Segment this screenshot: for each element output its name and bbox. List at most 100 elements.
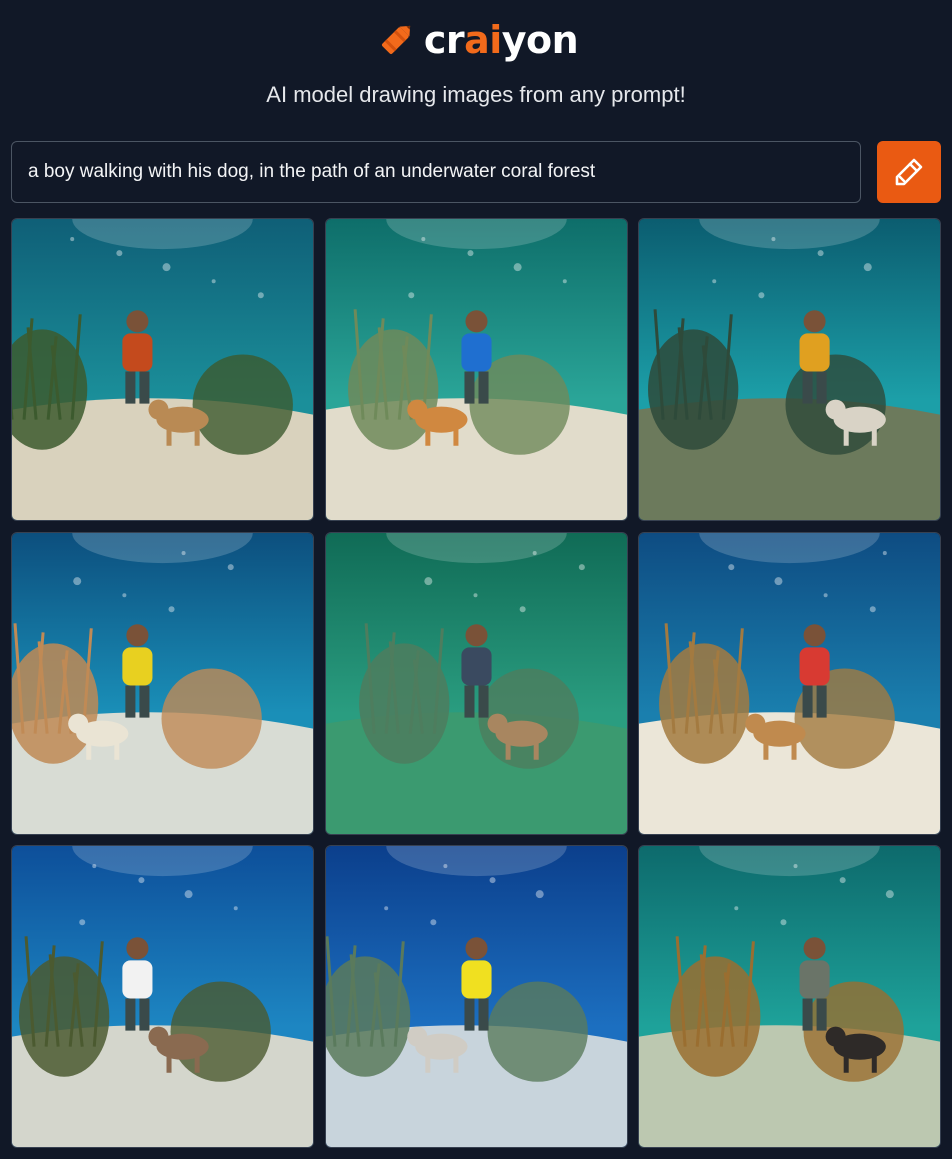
- brand-header: craiyon: [0, 14, 952, 66]
- dog-leg: [452, 427, 458, 446]
- boy-leg: [802, 998, 813, 1031]
- pencil-icon: [895, 158, 923, 186]
- bubble: [839, 877, 846, 884]
- bubble: [429, 919, 436, 926]
- dog-leg: [533, 741, 539, 760]
- boy-shirt: [799, 960, 830, 999]
- underwater-scene-image: [12, 846, 313, 1147]
- bubble: [70, 237, 75, 242]
- dog-head: [148, 399, 169, 420]
- dog-head: [406, 1026, 427, 1047]
- brand-logo[interactable]: craiyon: [424, 18, 579, 62]
- bubble: [257, 292, 264, 299]
- dog-head: [406, 399, 427, 420]
- boy-leg: [802, 371, 813, 404]
- boy-leg: [139, 685, 150, 718]
- dog-leg: [843, 427, 849, 446]
- dog-leg: [194, 1054, 200, 1073]
- bubble: [168, 605, 175, 612]
- dog-head: [745, 713, 766, 734]
- bubble: [442, 864, 447, 869]
- dog-leg: [424, 427, 430, 446]
- bubble: [793, 864, 798, 869]
- bubble: [472, 592, 478, 597]
- bubble: [227, 563, 234, 570]
- bubble: [420, 237, 425, 242]
- bubble: [535, 890, 544, 899]
- boy-shirt: [799, 333, 830, 372]
- bubble: [73, 576, 82, 585]
- boy-leg: [816, 998, 827, 1031]
- result-image-2[interactable]: [324, 218, 628, 521]
- dog-leg: [424, 1054, 430, 1073]
- underwater-scene-image: [325, 532, 627, 834]
- bubble: [869, 605, 876, 612]
- bubble: [423, 576, 432, 585]
- bubble: [233, 906, 238, 911]
- logo-part-3: yon: [501, 18, 579, 62]
- dog-leg: [763, 741, 769, 760]
- dog-leg: [114, 741, 120, 760]
- result-image-5[interactable]: [324, 531, 628, 835]
- result-image-3[interactable]: [638, 218, 941, 521]
- bubble: [407, 292, 414, 299]
- bubble: [882, 550, 887, 555]
- result-image-9[interactable]: [638, 845, 941, 1148]
- underwater-scene-image: [12, 532, 313, 834]
- bubble: [817, 250, 824, 257]
- bubble: [734, 906, 739, 911]
- bubble: [466, 250, 473, 257]
- dog-leg: [86, 741, 92, 760]
- boy-shirt: [799, 646, 830, 686]
- bubble: [489, 877, 496, 884]
- underwater-scene-image: [325, 846, 627, 1147]
- bubble: [513, 263, 522, 272]
- dog-leg: [791, 741, 797, 760]
- result-image-4[interactable]: [11, 531, 314, 835]
- dog-head: [825, 399, 846, 420]
- underwater-scene-image: [639, 532, 940, 834]
- coral-right: [161, 667, 262, 769]
- bubble: [774, 576, 783, 585]
- boy-leg: [125, 371, 136, 404]
- logo-part-2: ai: [464, 18, 502, 62]
- boy-leg: [478, 371, 489, 404]
- boy-head: [464, 623, 488, 646]
- bubble: [116, 250, 123, 257]
- coral-right: [170, 981, 271, 1082]
- bubble: [532, 550, 537, 555]
- prompt-field[interactable]: [11, 141, 861, 203]
- dog-leg: [871, 427, 877, 446]
- result-image-6[interactable]: [638, 531, 941, 835]
- coral-right: [487, 981, 588, 1082]
- crayon-icon: [381, 25, 410, 55]
- boy-leg: [478, 685, 489, 718]
- bubble: [383, 906, 388, 911]
- boy-leg: [463, 685, 474, 718]
- boy-head: [464, 937, 488, 960]
- dog-head: [68, 713, 89, 734]
- bubble: [562, 279, 567, 284]
- bubble: [863, 263, 872, 272]
- boy-leg: [139, 998, 150, 1031]
- draw-button[interactable]: [877, 141, 941, 203]
- bubble: [885, 890, 894, 899]
- bubble: [771, 237, 776, 242]
- bubble: [79, 919, 86, 926]
- prompt-input[interactable]: [28, 161, 844, 183]
- bubble: [184, 890, 193, 899]
- boy-head: [803, 310, 826, 333]
- boy-shirt: [122, 960, 153, 999]
- underwater-scene-image: [639, 219, 940, 520]
- boy-shirt: [460, 960, 492, 999]
- bubble: [578, 563, 585, 570]
- boy-head: [126, 937, 149, 960]
- underwater-scene-image: [325, 219, 627, 520]
- result-image-1[interactable]: [11, 218, 314, 521]
- coral-right: [192, 354, 293, 455]
- boy-leg: [463, 998, 474, 1031]
- result-image-8[interactable]: [324, 845, 628, 1148]
- boy-leg: [478, 998, 489, 1031]
- bubble: [122, 592, 127, 597]
- result-image-7[interactable]: [11, 845, 314, 1148]
